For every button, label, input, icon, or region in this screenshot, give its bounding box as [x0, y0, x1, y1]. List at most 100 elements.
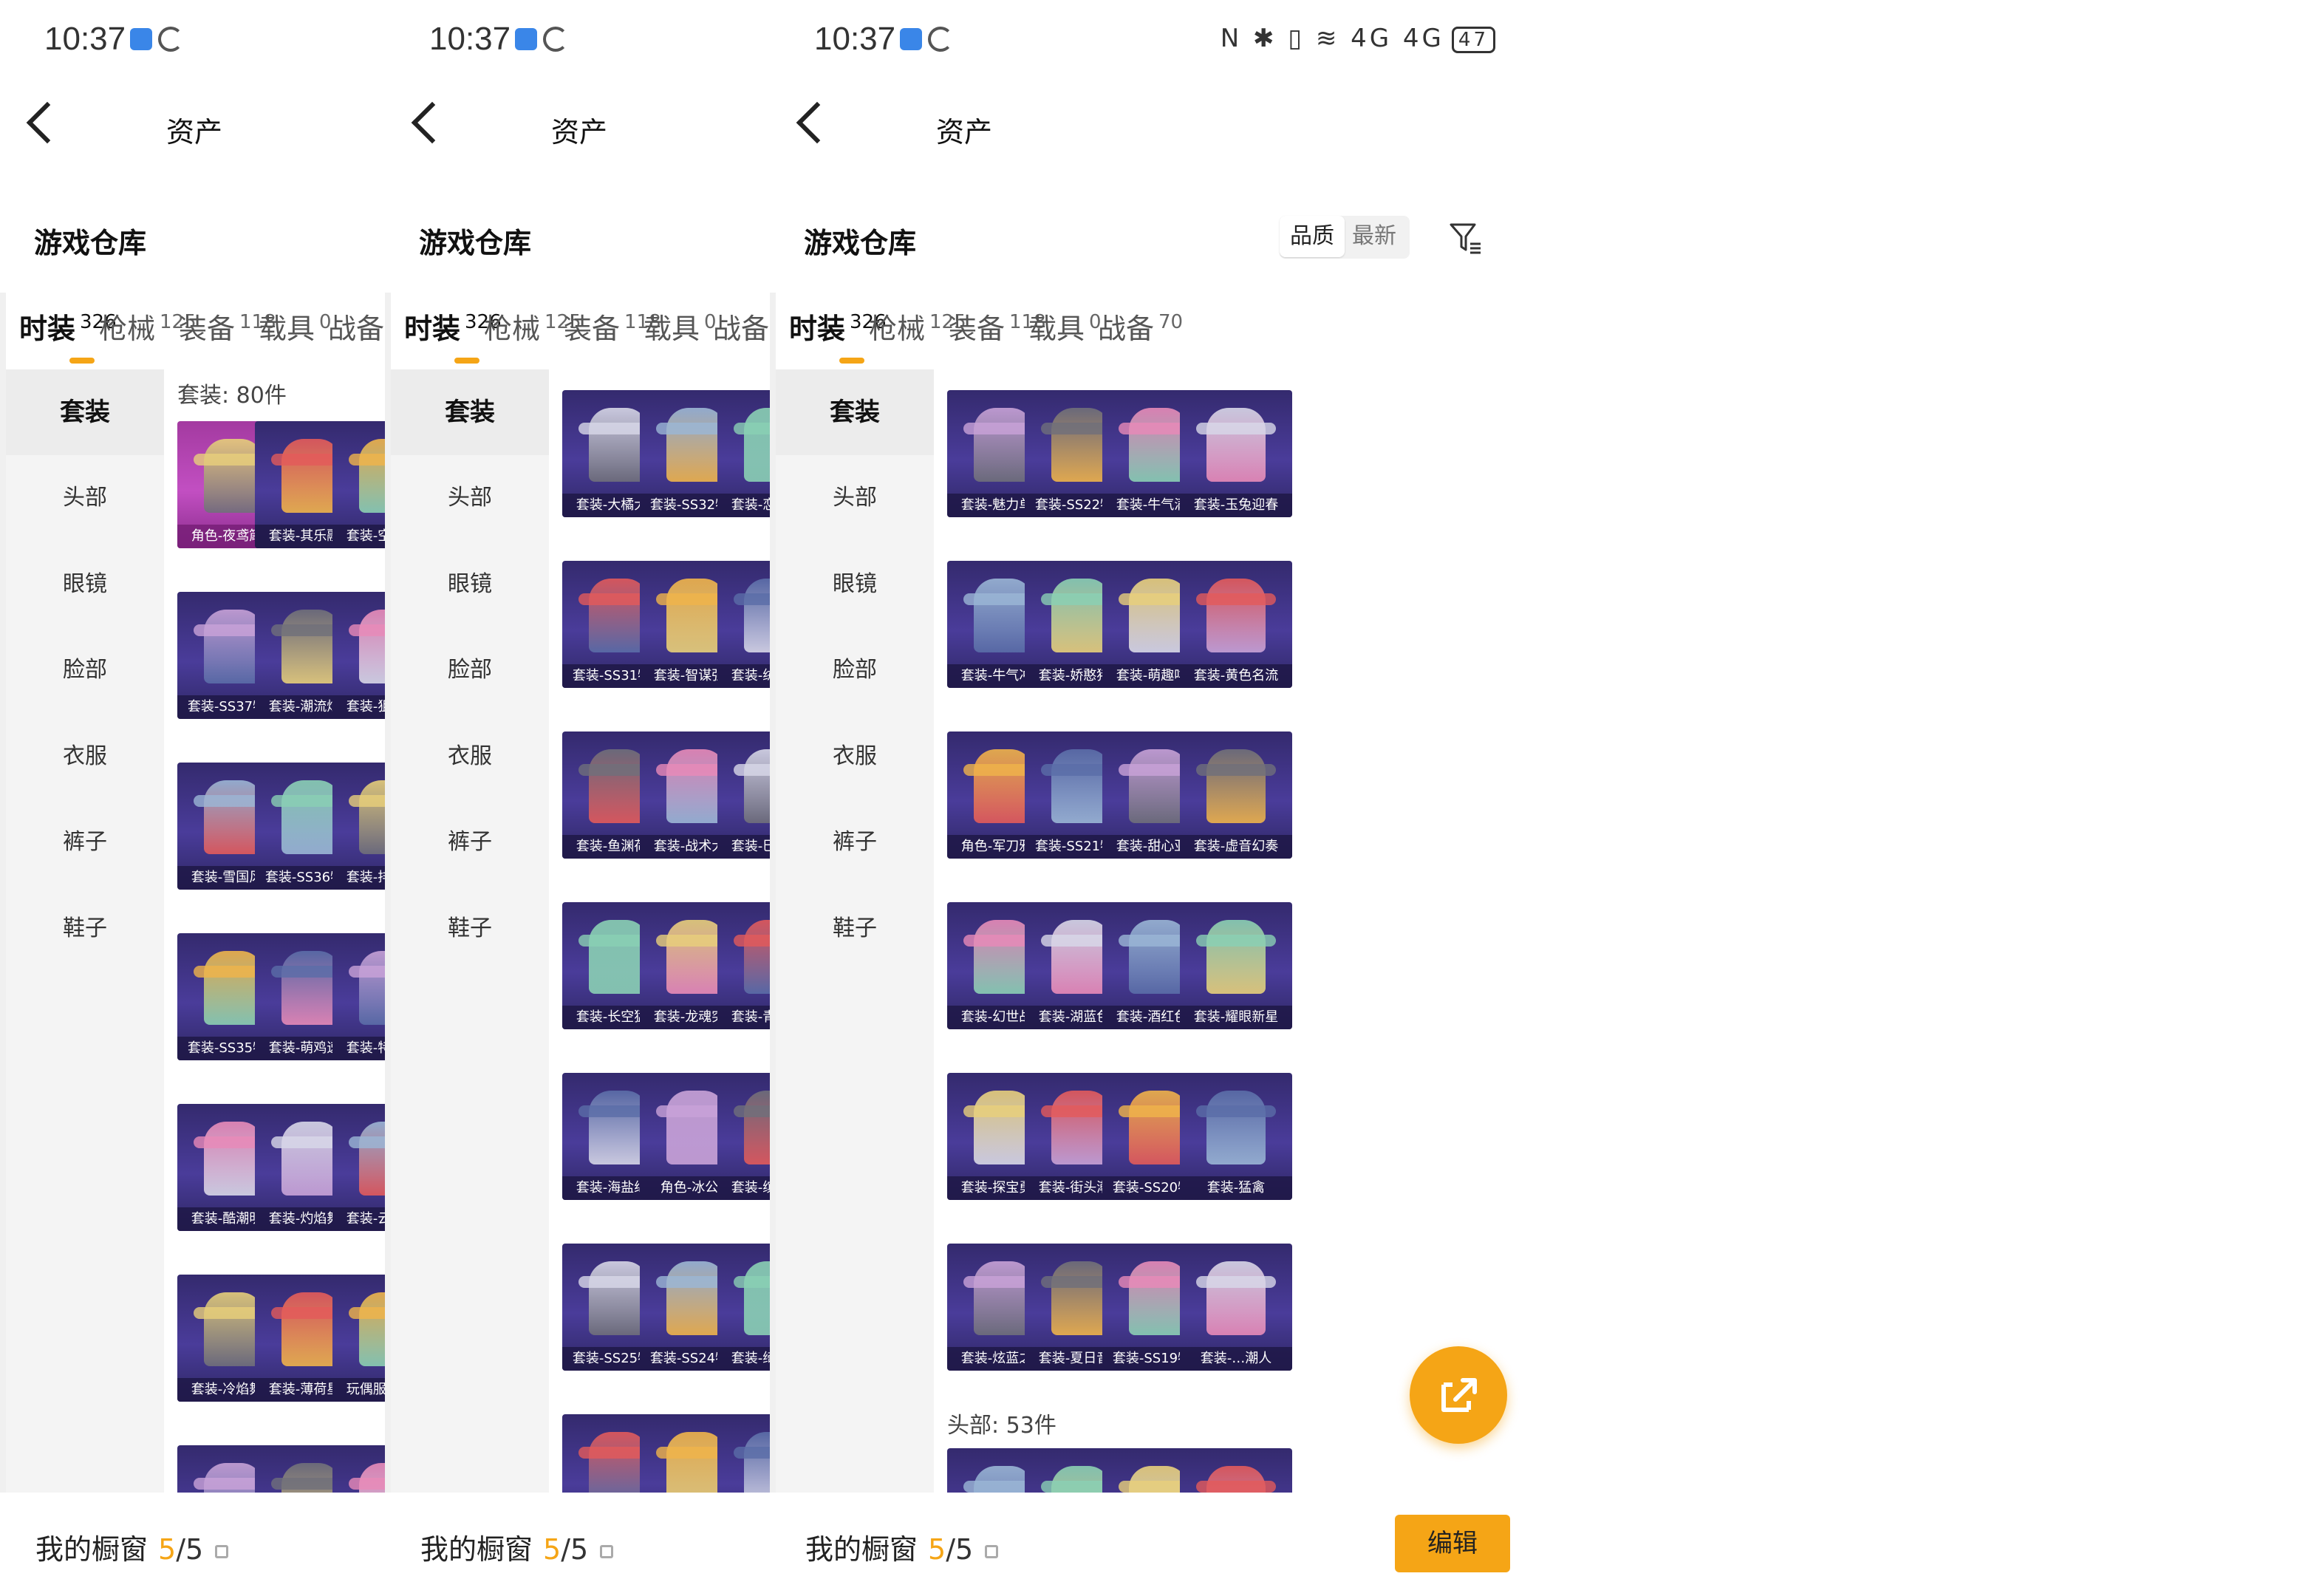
status-time: 10:37 — [814, 21, 896, 57]
subcategory-sidebar: 套装 头部 眼镜 脸部 衣服 裤子 鞋子 — [391, 369, 549, 1493]
item-name: 套装-耀眼新星 — [1180, 1006, 1292, 1029]
tab-label: 载具 — [644, 313, 700, 345]
tab-label: 载具 — [259, 313, 315, 345]
item-image-detail — [1196, 423, 1276, 434]
tab-3[interactable]: 载具 0 — [1028, 306, 1102, 347]
showcase-count: 5 — [543, 1533, 561, 1566]
sidebar-item[interactable]: 眼镜 — [6, 542, 164, 627]
item-card[interactable]: 套装-…潮人 — [1180, 1244, 1292, 1371]
sidebar-item[interactable]: 套装 — [776, 369, 934, 455]
showcase-total: /5 — [561, 1533, 589, 1566]
section-title: 头部: 53件 — [947, 1413, 1056, 1439]
tab-3[interactable]: 载具 0 — [259, 306, 332, 347]
sidebar-item[interactable]: 衣服 — [776, 714, 934, 799]
item-card[interactable]: 套装-虚音幻奏 — [1180, 732, 1292, 859]
sidebar-item[interactable]: 脸部 — [776, 627, 934, 713]
item-image — [281, 610, 341, 683]
item-image — [1129, 1261, 1188, 1335]
item-image — [589, 749, 648, 823]
sidebar-item[interactable]: 脸部 — [391, 627, 549, 713]
item-image — [1129, 1091, 1188, 1164]
sidebar-item[interactable]: 眼镜 — [776, 542, 934, 627]
item-image — [666, 1261, 726, 1335]
subcategory-sidebar: 套装 头部 眼镜 脸部 衣服 裤子 鞋子 — [6, 369, 164, 1493]
item-name: 套装-…潮人 — [1180, 1347, 1292, 1371]
sidebar-item[interactable]: 衣服 — [391, 714, 549, 799]
speed-icon — [928, 27, 953, 52]
sort-quality-button[interactable]: 品质 — [1280, 216, 1345, 257]
lock-icon — [600, 1544, 614, 1558]
showcase-text: 我的橱窗 — [35, 1533, 149, 1566]
item-image — [974, 1091, 1033, 1164]
sidebar-item[interactable]: 裤子 — [6, 799, 164, 885]
tab-label: 装备 — [179, 313, 236, 345]
item-image — [1206, 1091, 1266, 1164]
sidebar-item[interactable]: 套装 — [391, 369, 549, 455]
showcase-total: /5 — [176, 1533, 204, 1566]
edit-button[interactable]: 编辑 — [1395, 1515, 1510, 1572]
item-card[interactable]: 套装-玉兔迎春 — [1180, 390, 1292, 517]
sidebar-item[interactable]: 眼镜 — [391, 542, 549, 627]
item-card[interactable]: 套装-猛禽 — [1180, 1073, 1292, 1200]
item-image — [1206, 749, 1266, 823]
sidebar-item[interactable]: 裤子 — [776, 799, 934, 885]
showcase-label: 我的橱窗 5/5 — [420, 1527, 614, 1567]
tab-label: 载具 — [1028, 313, 1085, 345]
item-image — [281, 1122, 341, 1196]
item-image — [666, 920, 726, 994]
warehouse-title: 游戏仓库 — [804, 227, 917, 259]
item-card[interactable] — [1180, 1448, 1292, 1493]
header-area: 10:37 N ✱ ▯ ≋ 4G 4G47 资产游戏仓库 品质最新 — [770, 0, 1540, 293]
showcase-label: 我的橱窗 5/5 — [35, 1527, 229, 1567]
filter-icon[interactable] — [1448, 220, 1481, 254]
tab-label: 战备 — [328, 313, 385, 345]
lock-icon — [215, 1544, 229, 1558]
tab-label: 枪械 — [484, 313, 541, 345]
sidebar-item[interactable]: 套装 — [6, 369, 164, 455]
tab-active-indicator — [454, 358, 479, 364]
sidebar-item[interactable]: 头部 — [776, 455, 934, 541]
tab-count: 70 — [1158, 311, 1184, 333]
bottom-bar: 我的橱窗 5/5 编辑 — [770, 1493, 1540, 1596]
sidebar-item[interactable]: 鞋子 — [391, 886, 549, 972]
item-card[interactable]: 套装-黄色名流 — [1180, 561, 1292, 688]
share-button[interactable] — [1410, 1346, 1507, 1444]
item-image — [1206, 408, 1266, 482]
item-image — [1206, 1261, 1266, 1335]
sidebar-item[interactable]: 头部 — [391, 455, 549, 541]
category-tabs: 时装326枪械125装备118载具0战备70 — [776, 287, 1540, 369]
sidebar-item[interactable]: 衣服 — [6, 714, 164, 799]
sort-toggle[interactable]: 品质最新 — [1280, 216, 1410, 259]
item-image — [1129, 408, 1188, 482]
battery-icon: 47 — [1451, 26, 1495, 53]
sidebar-item[interactable]: 鞋子 — [776, 886, 934, 972]
item-name: 套装-猛禽 — [1180, 1176, 1292, 1200]
status-bar: 10:37 N ✱ ▯ ≋ 4G 4G47 — [770, 0, 1540, 83]
sidebar-item[interactable]: 头部 — [6, 455, 164, 541]
item-image-detail — [1196, 1276, 1276, 1288]
item-image — [204, 610, 263, 683]
item-image — [666, 408, 726, 482]
tab-4[interactable]: 战备70 — [1098, 306, 1183, 347]
item-image — [281, 1292, 341, 1366]
item-image — [204, 951, 263, 1025]
item-image — [974, 579, 1033, 652]
item-image-detail — [1196, 935, 1276, 947]
item-card[interactable]: 套装-耀眼新星 — [1180, 902, 1292, 1029]
sort-latest-button[interactable]: 最新 — [1352, 223, 1396, 250]
item-image — [589, 1091, 648, 1164]
tab-3[interactable]: 载具 0 — [644, 306, 717, 347]
item-image — [1129, 749, 1188, 823]
item-image-detail — [1196, 593, 1276, 605]
speed-icon — [158, 27, 183, 52]
item-image — [589, 1261, 648, 1335]
sidebar-item[interactable]: 脸部 — [6, 627, 164, 713]
sidebar-item[interactable]: 裤子 — [391, 799, 549, 885]
tab-label: 时装 — [19, 313, 76, 345]
item-image — [666, 1091, 726, 1164]
showcase-text: 我的橱窗 — [805, 1533, 918, 1566]
sidebar-item[interactable]: 鞋子 — [6, 886, 164, 972]
item-image — [281, 439, 341, 513]
status-time: 10:37 — [429, 21, 511, 57]
tab-label: 枪械 — [869, 313, 926, 345]
